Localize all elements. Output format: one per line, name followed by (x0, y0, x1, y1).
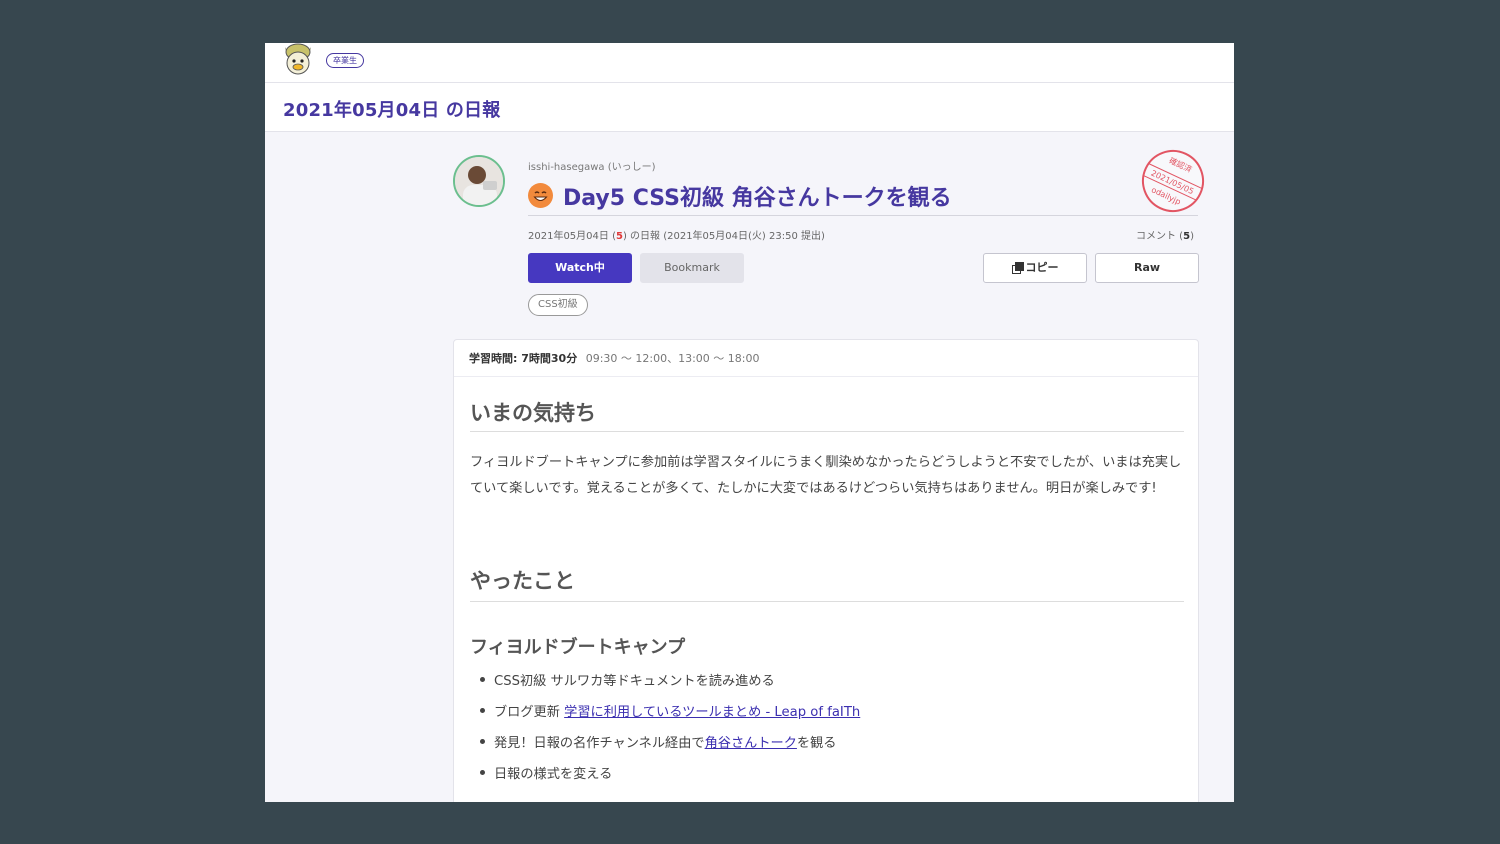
study-time-range: 09:30 〜 12:00、13:00 〜 18:00 (585, 352, 760, 365)
list-item: 日報の様式を変える (480, 763, 860, 794)
comment-close: ) (1190, 231, 1194, 242)
list-item-prefix: ブログ更新 (494, 705, 565, 720)
heading-fbc: フィヨルドブートキャンプ (470, 637, 686, 658)
comment-count[interactable]: コメント (5) (1136, 227, 1194, 242)
blog-link[interactable]: 学習に利用しているツールまとめ - Leap of faITh (564, 705, 860, 720)
heading-done: やったこと (470, 565, 1184, 602)
list-item: CSS初級 サルワカ等ドキュメントを読み進める (480, 670, 860, 701)
copy-icon (1011, 262, 1024, 274)
bookmark-button[interactable]: Bookmark (640, 253, 744, 283)
page-header: 2021年05月04日 の日報 (265, 83, 1234, 132)
copy-label: コピー (1025, 261, 1059, 274)
list-item-suffix: を観る (796, 736, 837, 751)
list-item-prefix: 発見！日報の名作チャンネル経由で (494, 736, 705, 751)
talk-link[interactable]: 角谷さんトーク (705, 736, 797, 751)
feeling-paragraph: フィヨルドブートキャンプに参加前は学習スタイルにうまく馴染めなかったらどうしよう… (470, 455, 1182, 496)
report-meta: 2021年05月04日 (5) の日報 (2021年05月04日(火) 23:5… (528, 227, 825, 242)
meta-suffix: ) の日報 (2021年05月04日(火) 23:50 提出) (622, 231, 825, 242)
grinning-face-icon (528, 183, 553, 208)
avatar-photo-icon (455, 157, 503, 205)
list-item: 発見！日報の名作チャンネル経由で角谷さんトークを観る (480, 732, 860, 763)
study-time-label: 学習時間: 7時間30分 (469, 352, 578, 365)
report-count: 5 (615, 231, 623, 242)
app-frame: 卒業生 2021年05月04日 の日報 isshi-hasegawa (いっしー… (265, 43, 1234, 802)
top-bar: 卒業生 (265, 43, 1234, 83)
report-title: Day5 CSS初級 角谷さんトークを観る (563, 186, 952, 211)
comment-label: コメント ( (1136, 231, 1184, 242)
heading-feeling: いまの気持ち (470, 397, 1184, 432)
author-name[interactable]: isshi-hasegawa (いっしー) (528, 158, 656, 173)
mascot-avatar-icon[interactable] (281, 43, 315, 77)
copy-button[interactable]: コピー (983, 253, 1087, 283)
page-title: 2021年05月04日 の日報 (283, 100, 501, 121)
list-item-text: CSS初級 サルワカ等ドキュメントを読み進める (494, 674, 775, 689)
author-avatar[interactable] (453, 155, 505, 207)
study-time-bar: 学習時間: 7時間30分 09:30 〜 12:00、13:00 〜 18:00 (454, 340, 1198, 377)
tag-css[interactable]: CSS初級 (528, 294, 588, 316)
done-list: CSS初級 サルワカ等ドキュメントを読み進める ブログ更新 学習に利用しているツ… (480, 670, 860, 794)
list-item-text: 日報の様式を変える (494, 767, 613, 782)
meta-prefix: 2021年05月04日 ( (528, 231, 616, 242)
watch-button[interactable]: Watch中 (528, 253, 632, 283)
report-body-card: 学習時間: 7時間30分 09:30 〜 12:00、13:00 〜 18:00… (453, 339, 1199, 802)
report-title-row: Day5 CSS初級 角谷さんトークを観る (528, 180, 1198, 216)
raw-button[interactable]: Raw (1095, 253, 1199, 283)
list-item: ブログ更新 学習に利用しているツールまとめ - Leap of faITh (480, 701, 860, 732)
graduate-badge: 卒業生 (326, 53, 364, 68)
